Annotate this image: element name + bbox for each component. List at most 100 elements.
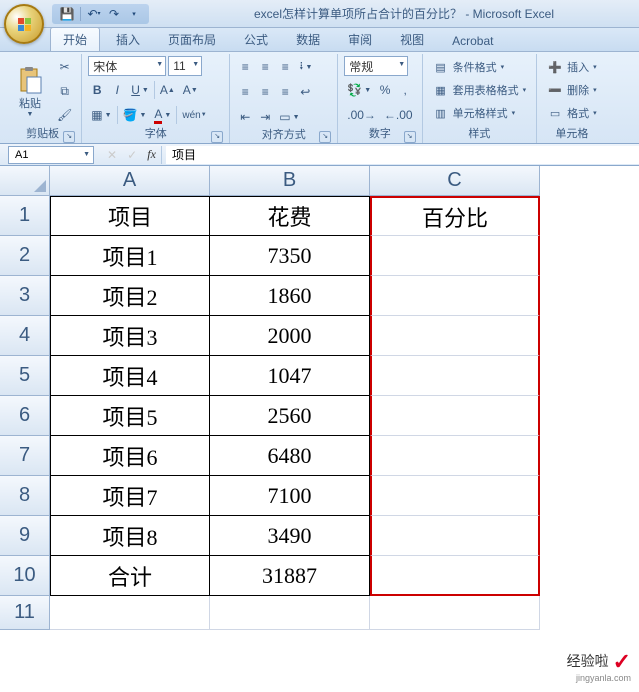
cell-a8[interactable]: 项目7 bbox=[50, 476, 210, 516]
tab-acrobat[interactable]: Acrobat bbox=[440, 31, 505, 51]
office-button[interactable] bbox=[4, 4, 44, 44]
italic-button[interactable]: I bbox=[108, 79, 126, 101]
save-icon[interactable]: 💾 bbox=[60, 7, 74, 21]
cell-styles-button[interactable]: ▥单元格样式▾ bbox=[429, 102, 531, 124]
phonetic-button[interactable]: wén▼ bbox=[179, 104, 209, 126]
align-top-button[interactable]: ≡ bbox=[236, 56, 254, 78]
tab-insert[interactable]: 插入 bbox=[104, 28, 152, 51]
cell-a7[interactable]: 项目6 bbox=[50, 436, 210, 476]
redo-icon[interactable]: ↷ bbox=[107, 7, 121, 21]
format-cells-button[interactable]: ▭格式▾ bbox=[543, 102, 601, 124]
font-size-combo[interactable]: 11▼ bbox=[168, 56, 202, 76]
cancel-icon[interactable]: ✕ bbox=[107, 148, 117, 162]
cell-c4[interactable] bbox=[370, 316, 540, 356]
delete-cells-button[interactable]: ➖删除▾ bbox=[543, 79, 601, 101]
font-color-button[interactable]: A▼ bbox=[151, 104, 174, 126]
cell-b7[interactable]: 6480 bbox=[210, 436, 370, 476]
conditional-format-button[interactable]: ▤条件格式▾ bbox=[429, 56, 531, 78]
cell-b4[interactable]: 2000 bbox=[210, 316, 370, 356]
tab-home[interactable]: 开始 bbox=[50, 27, 100, 51]
shrink-font-button[interactable]: A▼ bbox=[180, 79, 201, 101]
cell-b3[interactable]: 1860 bbox=[210, 276, 370, 316]
name-box[interactable]: A1▼ bbox=[8, 146, 94, 164]
cell-c3[interactable] bbox=[370, 276, 540, 316]
cell-c9[interactable] bbox=[370, 516, 540, 556]
font-launcher[interactable]: ↘ bbox=[211, 131, 223, 143]
font-name-combo[interactable]: 宋体▼ bbox=[88, 56, 166, 76]
underline-button[interactable]: U▼ bbox=[128, 79, 152, 101]
cell-c8[interactable] bbox=[370, 476, 540, 516]
align-bottom-button[interactable]: ≡ bbox=[276, 56, 294, 78]
cell-c2[interactable] bbox=[370, 236, 540, 276]
row-header[interactable]: 6 bbox=[0, 396, 50, 436]
comma-button[interactable]: , bbox=[396, 79, 414, 101]
copy-button[interactable]: ⧉ bbox=[54, 80, 75, 102]
cell-c11[interactable] bbox=[370, 596, 540, 630]
fill-color-button[interactable]: 🪣▼ bbox=[120, 104, 150, 126]
increase-decimal-button[interactable]: .00→ bbox=[344, 104, 379, 126]
accept-icon[interactable]: ✓ bbox=[127, 148, 137, 162]
tab-formulas[interactable]: 公式 bbox=[232, 28, 280, 51]
insert-cells-button[interactable]: ➕插入▾ bbox=[543, 56, 601, 78]
cell-c6[interactable] bbox=[370, 396, 540, 436]
cell-c1[interactable]: 百分比 bbox=[370, 196, 540, 236]
row-header[interactable]: 4 bbox=[0, 316, 50, 356]
cell-a4[interactable]: 项目3 bbox=[50, 316, 210, 356]
currency-button[interactable]: 💱▼ bbox=[344, 79, 374, 101]
cell-a11[interactable] bbox=[50, 596, 210, 630]
cell-b1[interactable]: 花费 bbox=[210, 196, 370, 236]
cell-b9[interactable]: 3490 bbox=[210, 516, 370, 556]
cell-a9[interactable]: 项目8 bbox=[50, 516, 210, 556]
cell-a10[interactable]: 合计 bbox=[50, 556, 210, 596]
cell-c10[interactable] bbox=[370, 556, 540, 596]
cell-b6[interactable]: 2560 bbox=[210, 396, 370, 436]
number-launcher[interactable]: ↘ bbox=[404, 131, 416, 143]
bold-button[interactable]: B bbox=[88, 79, 106, 101]
col-header-c[interactable]: C bbox=[370, 166, 540, 196]
paste-button[interactable]: 粘贴 ▼ bbox=[10, 56, 50, 127]
cell-b5[interactable]: 1047 bbox=[210, 356, 370, 396]
row-header[interactable]: 1 bbox=[0, 196, 50, 236]
row-header[interactable]: 9 bbox=[0, 516, 50, 556]
number-format-combo[interactable]: 常规▼ bbox=[344, 56, 408, 76]
percent-button[interactable]: % bbox=[376, 79, 394, 101]
align-center-button[interactable]: ≡ bbox=[256, 81, 274, 103]
row-header[interactable]: 8 bbox=[0, 476, 50, 516]
align-middle-button[interactable]: ≡ bbox=[256, 56, 274, 78]
row-header[interactable]: 11 bbox=[0, 596, 50, 630]
decrease-decimal-button[interactable]: ←.00 bbox=[381, 104, 416, 126]
undo-icon[interactable]: ↶▾ bbox=[87, 7, 101, 21]
cell-b10[interactable]: 31887 bbox=[210, 556, 370, 596]
align-left-button[interactable]: ≡ bbox=[236, 81, 254, 103]
cell-c7[interactable] bbox=[370, 436, 540, 476]
tab-review[interactable]: 审阅 bbox=[336, 28, 384, 51]
select-all-corner[interactable] bbox=[0, 166, 50, 196]
grow-font-button[interactable]: A▲ bbox=[157, 79, 178, 101]
tab-view[interactable]: 视图 bbox=[388, 28, 436, 51]
alignment-launcher[interactable]: ↘ bbox=[319, 131, 331, 143]
qat-customize-icon[interactable]: ▾ bbox=[127, 7, 141, 21]
col-header-b[interactable]: B bbox=[210, 166, 370, 196]
row-header[interactable]: 7 bbox=[0, 436, 50, 476]
cell-a1[interactable]: 项目 bbox=[50, 196, 210, 236]
fx-icon[interactable]: fx bbox=[147, 147, 156, 162]
cell-a5[interactable]: 项目4 bbox=[50, 356, 210, 396]
cut-button[interactable]: ✂ bbox=[54, 56, 75, 78]
align-right-button[interactable]: ≡ bbox=[276, 81, 294, 103]
wrap-text-button[interactable]: ↩ bbox=[296, 81, 314, 103]
format-painter-button[interactable]: 🖌 bbox=[54, 104, 75, 126]
cell-b11[interactable] bbox=[210, 596, 370, 630]
row-header[interactable]: 2 bbox=[0, 236, 50, 276]
tab-data[interactable]: 数据 bbox=[284, 28, 332, 51]
formula-input[interactable]: 项目 bbox=[166, 146, 639, 164]
borders-button[interactable]: ▦▼ bbox=[88, 104, 114, 126]
merge-button[interactable]: ▭▼ bbox=[276, 106, 302, 128]
col-header-a[interactable]: A bbox=[50, 166, 210, 196]
cell-b8[interactable]: 7100 bbox=[210, 476, 370, 516]
tab-layout[interactable]: 页面布局 bbox=[156, 28, 228, 51]
row-header[interactable]: 10 bbox=[0, 556, 50, 596]
worksheet[interactable]: A B C 1 项目 花费 百分比 2项目17350 3项目21860 4项目3… bbox=[0, 166, 639, 630]
row-header[interactable]: 3 bbox=[0, 276, 50, 316]
format-as-table-button[interactable]: ▦套用表格格式▾ bbox=[429, 79, 531, 101]
row-header[interactable]: 5 bbox=[0, 356, 50, 396]
